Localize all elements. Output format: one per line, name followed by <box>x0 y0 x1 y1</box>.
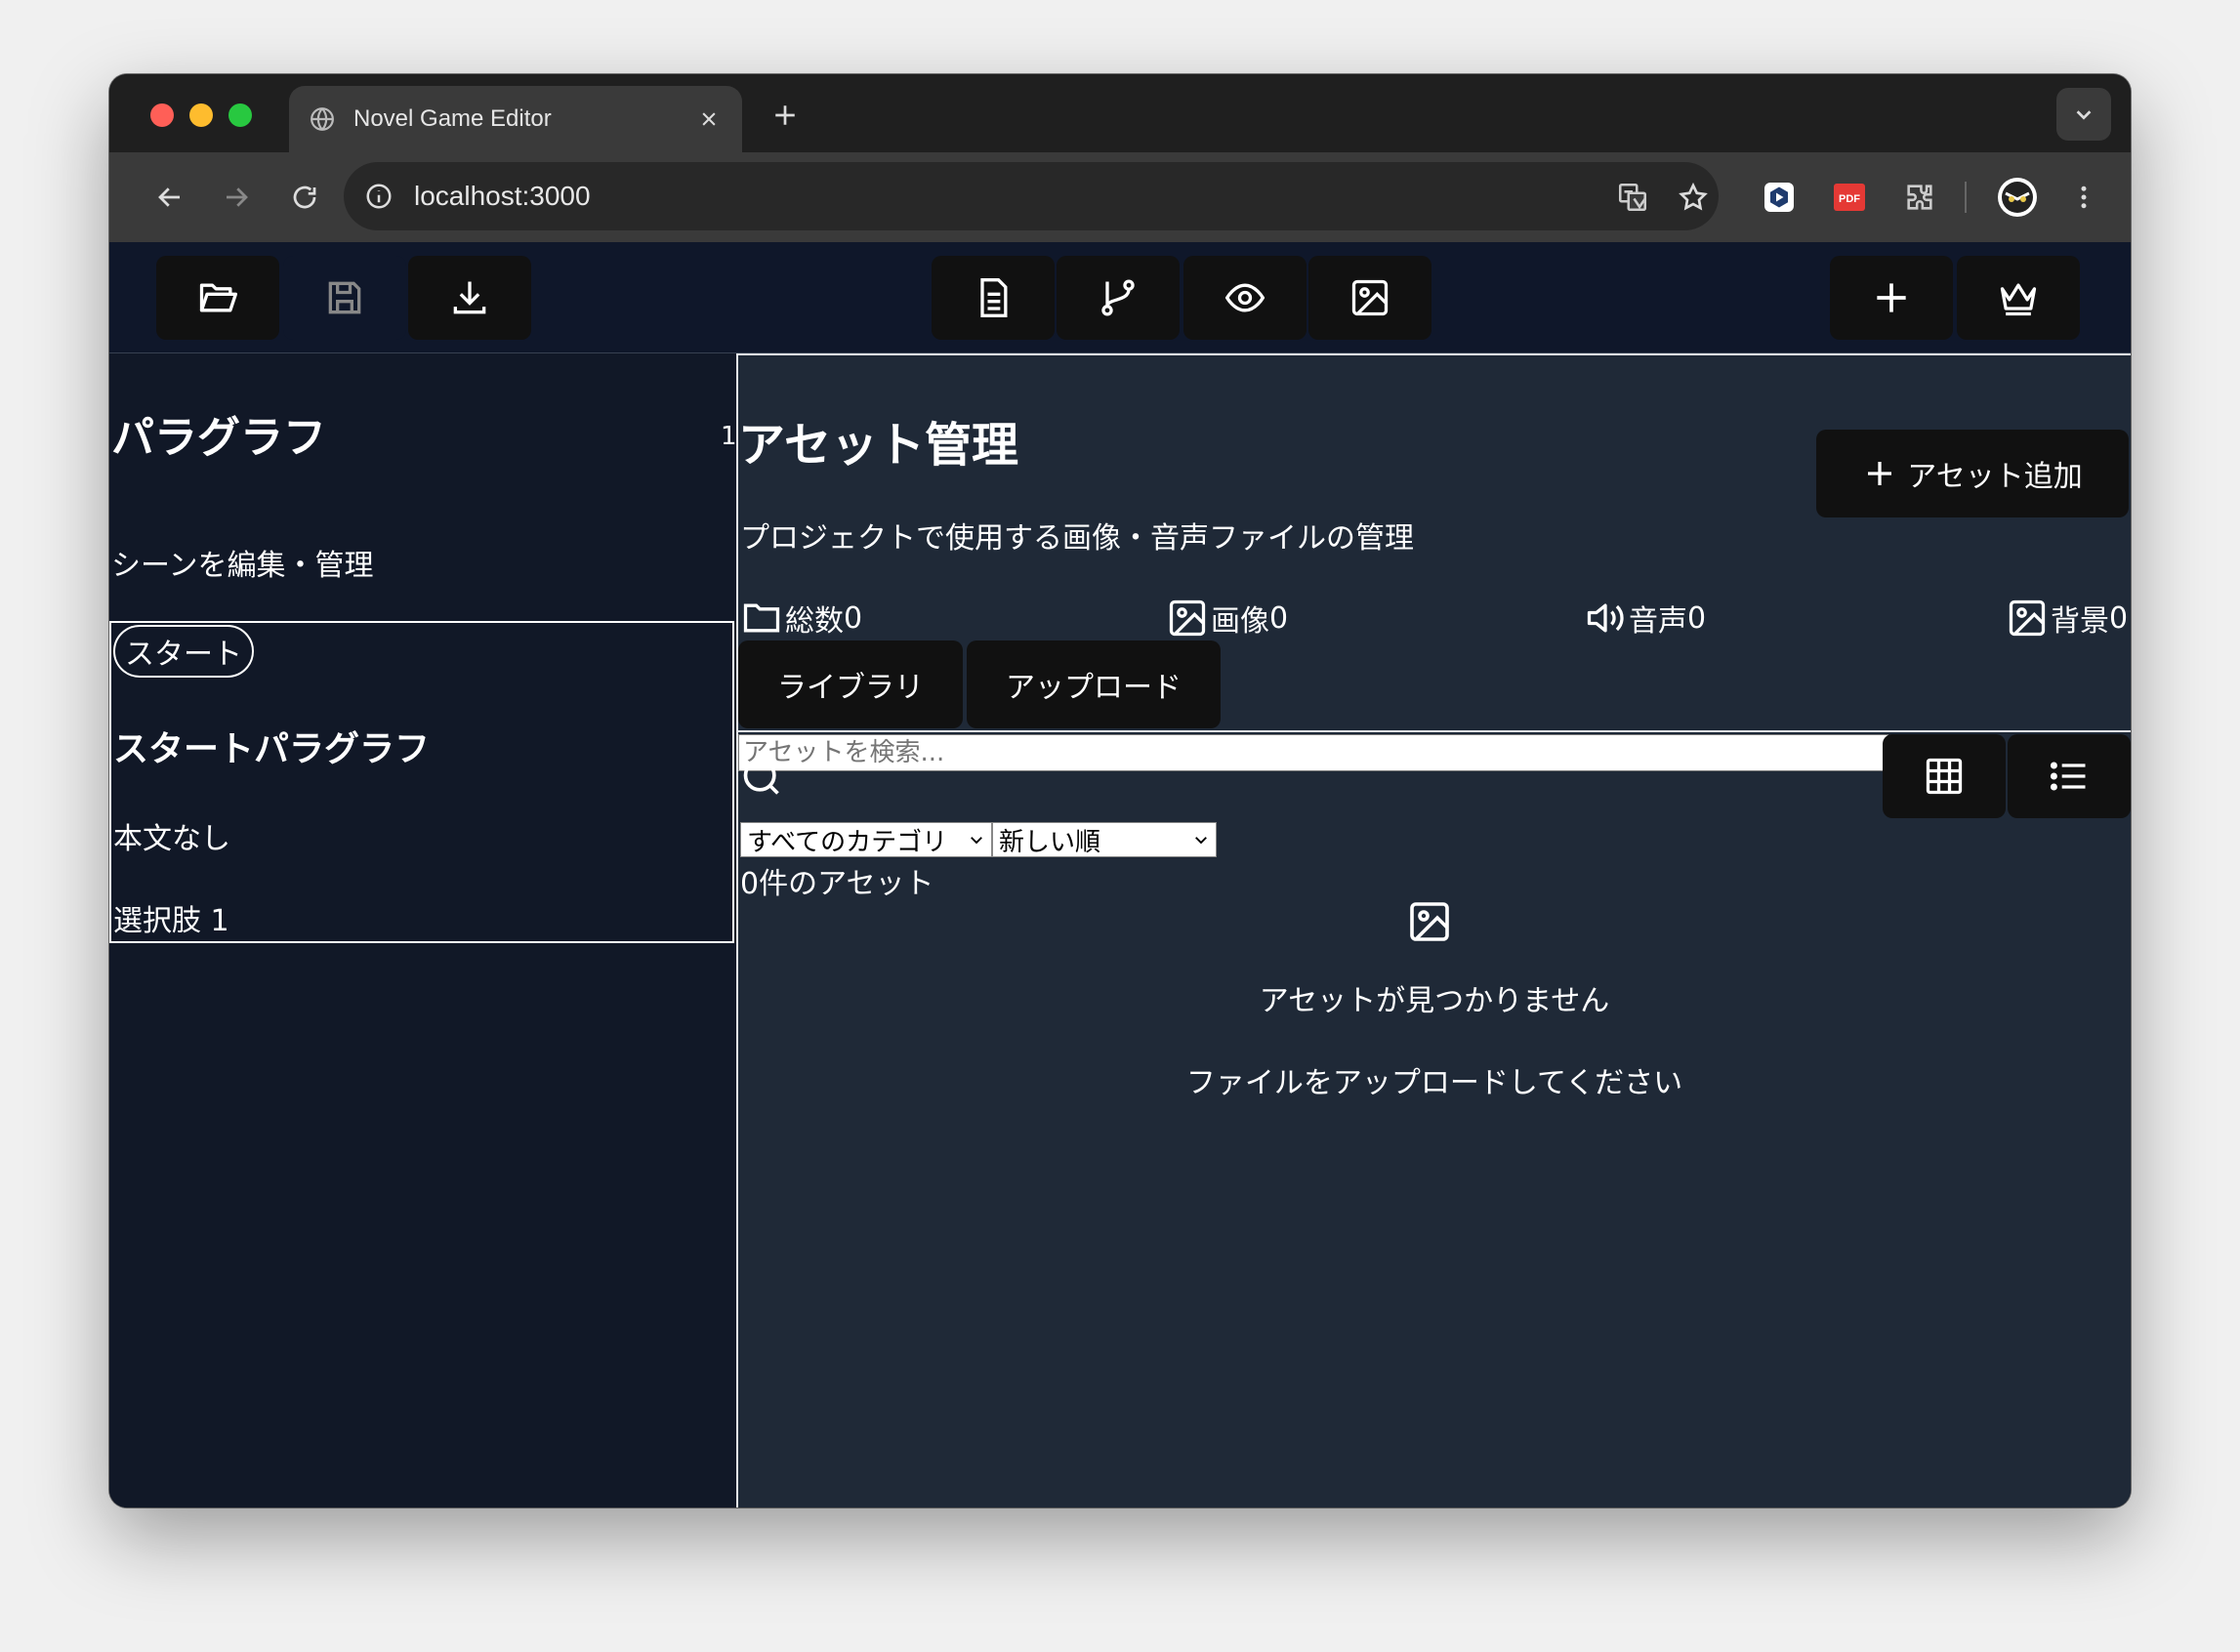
stat-backgrounds: 背景 0 <box>2006 596 2128 640</box>
asset-count: 0件のアセット <box>740 867 934 901</box>
category-select[interactable]: すべてのカテゴリ <box>740 822 992 857</box>
pdf-extension-icon[interactable]: PDF <box>1826 174 1873 221</box>
stat-images: 画像 0 <box>1166 596 1288 640</box>
tab-library[interactable]: ライブラリ <box>738 640 963 728</box>
app-root: パラグラフ 1 シーンを編集・管理 スタート スタートパラグラフ 本文なし 選択… <box>109 242 2131 1507</box>
asset-tabs: ライブラリ アップロード <box>738 640 1221 728</box>
reload-button[interactable] <box>281 174 328 221</box>
profile-avatar[interactable] <box>1994 174 2041 221</box>
asset-manager-panel: アセット管理 プロジェクトで使用する画像・音声ファイルの管理 アセット追加 総数… <box>736 353 2131 1507</box>
sort-select-value: 新しい順 <box>999 827 1101 857</box>
browser-toolbar: localhost:3000 PDF <box>109 152 2131 242</box>
paragraph-count: 1 <box>721 422 737 451</box>
chevron-down-icon <box>971 837 982 845</box>
paragraph-title: スタートパラグラフ <box>113 729 431 769</box>
grid-view-button[interactable] <box>1883 734 2006 818</box>
image-icon <box>1351 279 1389 316</box>
sidebar-title: パラグラフ <box>111 413 326 463</box>
url-text: localhost:3000 <box>414 181 591 211</box>
sort-select[interactable]: 新しい順 <box>992 822 1217 857</box>
download-button[interactable] <box>408 256 531 340</box>
forward-button[interactable] <box>213 174 260 221</box>
search-icon <box>743 759 779 795</box>
branch-button[interactable] <box>1057 256 1180 340</box>
folder-icon <box>743 603 780 633</box>
image-icon <box>2009 599 2046 637</box>
stat-value: 0 <box>844 600 863 636</box>
paragraph-choice-count: 選択肢 1 <box>113 904 229 938</box>
crown-icon <box>2000 283 2037 316</box>
tab-upload[interactable]: アップロード <box>967 640 1221 728</box>
add-button[interactable] <box>1830 256 1953 340</box>
globe-icon <box>309 105 336 133</box>
empty-state-title: アセットが見つかりません <box>1259 984 1610 1018</box>
image-icon <box>1410 902 1449 941</box>
list-view-button[interactable] <box>2008 734 2131 818</box>
pdf-label: PDF <box>1839 193 1860 205</box>
sidebar-description: シーンを編集・管理 <box>111 549 374 583</box>
site-info-icon[interactable] <box>357 175 400 218</box>
translate-icon[interactable] <box>1609 174 1656 221</box>
stat-value: 0 <box>1687 600 1707 636</box>
open-folder-button[interactable] <box>156 256 279 340</box>
stat-value: 0 <box>1269 600 1289 636</box>
toolbar-divider <box>1965 182 1967 213</box>
maximize-window-button[interactable] <box>228 103 252 127</box>
extension-shield-icon[interactable] <box>1756 174 1803 221</box>
add-asset-button[interactable]: アセット追加 <box>1816 430 2129 517</box>
section-divider <box>738 730 2131 732</box>
stat-value: 0 <box>2109 600 2129 636</box>
app-toolbar <box>109 242 2131 353</box>
assets-button[interactable] <box>1308 256 1431 340</box>
document-icon <box>980 278 1008 317</box>
preview-button[interactable] <box>1183 256 1307 340</box>
tab-title: Novel Game Editor <box>353 105 552 132</box>
paragraph-sidebar: パラグラフ 1 シーンを編集・管理 スタート スタートパラグラフ 本文なし 選択… <box>109 353 737 1507</box>
close-window-button[interactable] <box>150 103 174 127</box>
stat-label: 背景 <box>2051 604 2109 639</box>
back-button[interactable] <box>146 174 193 221</box>
page-subtitle: プロジェクトで使用する画像・音声ファイルの管理 <box>740 521 1414 556</box>
folder-open-icon <box>199 283 237 312</box>
image-icon <box>1169 599 1206 637</box>
git-branch-icon <box>1101 279 1135 316</box>
premium-button[interactable] <box>1957 256 2080 340</box>
list-icon <box>2050 762 2086 791</box>
asset-search-input[interactable] <box>738 734 1888 771</box>
bookmark-star-icon[interactable] <box>1670 174 1717 221</box>
new-tab-button[interactable] <box>766 96 805 135</box>
stat-label: 音声 <box>1629 604 1687 639</box>
minimize-window-button[interactable] <box>189 103 213 127</box>
browser-tab[interactable]: Novel Game Editor <box>289 86 742 152</box>
stat-audio: 音声 0 <box>1584 596 1706 640</box>
stat-label: 総数 <box>785 604 844 639</box>
extensions-puzzle-icon[interactable] <box>1896 174 1943 221</box>
save-button[interactable] <box>283 256 406 340</box>
tab-search-button[interactable] <box>2056 88 2111 141</box>
paragraph-body: 本文なし <box>113 822 230 856</box>
add-asset-label: アセット追加 <box>1907 460 2083 494</box>
category-select-value: すべてのカテゴリ <box>747 827 948 857</box>
page-title: アセット管理 <box>738 418 1019 473</box>
paragraph-card[interactable]: スタート スタートパラグラフ 本文なし 選択肢 1 <box>109 621 734 943</box>
grid-icon <box>1926 758 1963 795</box>
empty-state-subtitle: ファイルをアップロードしてください <box>1185 1066 1683 1100</box>
address-bar[interactable]: localhost:3000 <box>344 162 1719 230</box>
eye-icon <box>1224 283 1265 312</box>
start-badge: スタート <box>113 625 254 678</box>
document-button[interactable] <box>932 256 1055 340</box>
stat-total: 総数 0 <box>740 596 862 640</box>
tab-strip: Novel Game Editor <box>109 74 2131 152</box>
chevron-down-icon <box>1195 837 1207 845</box>
browser-menu-icon[interactable] <box>2060 174 2107 221</box>
download-icon <box>453 281 486 314</box>
browser-window: Novel Game Editor localhost:3000 PDF パラグ… <box>109 74 2131 1507</box>
plus-icon <box>1877 283 1906 312</box>
save-icon <box>328 281 361 314</box>
stat-label: 画像 <box>1211 604 1269 639</box>
plus-icon <box>1868 462 1892 485</box>
close-tab-icon[interactable] <box>695 105 723 133</box>
speaker-icon <box>1587 603 1624 633</box>
